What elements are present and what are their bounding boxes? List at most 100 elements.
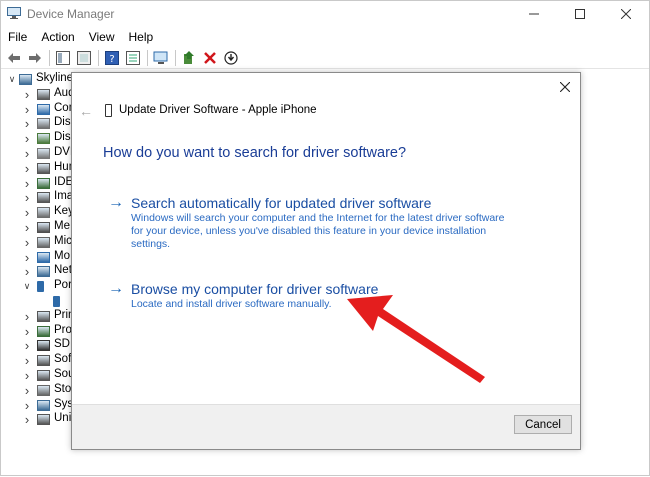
display-adapter-icon [37,133,50,145]
dialog-heading: How do you want to search for driver sof… [103,145,407,161]
close-icon [621,9,631,19]
menu-view[interactable]: View [82,27,122,47]
tree-item-label: Sto [54,382,71,395]
dvd-drive-icon [37,148,50,159]
tree-item-label: Disk [54,116,71,129]
menu-bar: File Action View Help [1,27,649,47]
monitor-icon [37,103,50,115]
window-title: Device Manager [27,7,115,21]
tree-item-label: Uni [54,412,71,425]
chevron-right-icon[interactable]: › [22,87,32,102]
chevron-right-icon[interactable]: › [22,309,32,324]
back-arrow-icon[interactable]: ← [79,103,93,119]
chevron-right-icon[interactable]: › [22,412,32,427]
help-button[interactable]: ? [103,49,121,67]
speaker-icon [37,88,50,100]
sd-host-icon [37,340,50,352]
processor-icon [37,325,50,337]
update-driver-button[interactable] [180,49,198,67]
computer-icon [19,74,32,85]
chevron-right-icon[interactable]: › [22,383,32,398]
dialog-close-button[interactable] [554,77,576,97]
menu-action[interactable]: Action [34,27,81,47]
option-title[interactable]: Browse my computer for driver software [131,280,378,298]
browse-computer-option[interactable]: → Browse my computer for driver software… [108,280,528,314]
minimize-icon [529,13,539,15]
tree-item-label: Pro [54,323,71,336]
chevron-right-icon[interactable]: › [22,102,32,117]
network-adapter-icon [37,266,50,278]
tree-item-label: Sys [54,397,71,410]
chevron-right-icon[interactable]: › [22,368,32,383]
phone-icon [105,104,112,117]
back-arrow-icon [8,52,20,63]
chevron-right-icon[interactable]: › [22,161,32,176]
chevron-right-icon[interactable]: › [22,131,32,146]
properties-pane-icon [56,50,70,65]
software-device-icon [37,355,50,367]
chevron-right-icon[interactable]: › [22,398,32,413]
tree-item[interactable]: › Uni [1,411,71,428]
scan-hardware-button[interactable] [152,49,170,67]
back-button[interactable] [5,49,23,67]
list-view-button[interactable] [75,49,93,67]
device-tree: ∨ Skyline › Aud › Com › Disk › Disp › DVD › Hum › IDE › I… [1,71,71,471]
forward-arrow-icon [29,52,41,63]
tree-item-label: Key [54,205,71,218]
tree-item-label: Prin [54,308,71,321]
chevron-right-icon[interactable]: › [22,116,32,131]
tree-item-label: Skyline [36,72,71,84]
minimize-button[interactable] [511,1,557,27]
chevron-right-icon[interactable]: › [22,190,32,205]
dialog-title: Update Driver Software - Apple iPhone [119,104,317,116]
svg-text:?: ? [109,54,114,65]
tree-item-label: Mo [54,249,70,262]
maximize-button[interactable] [557,1,603,27]
chevron-right-icon[interactable]: › [22,205,32,220]
details-button[interactable] [124,49,142,67]
tree-item-label: Me [54,220,70,232]
cancel-button[interactable]: Cancel [514,415,572,434]
uninstall-button[interactable] [201,49,219,67]
chevron-right-icon[interactable]: › [22,353,32,368]
camera-icon [37,192,50,204]
chevron-down-icon[interactable]: ∨ [7,74,17,85]
tree-item-label: SD [54,338,70,351]
tree-item-label: Mic [54,234,71,247]
uninstall-x-icon [204,51,216,64]
sound-icon [37,370,50,381]
option-title[interactable]: Search automatically for updated driver … [131,194,431,212]
chevron-down-icon[interactable]: ∨ [22,281,32,292]
tree-item-label: Ima [54,190,71,203]
device-manager-window: Device Manager File Action View Help ? ∨… [0,0,650,476]
toolbar-separator [49,49,50,66]
chevron-right-icon[interactable]: › [22,176,32,191]
tree-item-label: Sof [54,353,71,366]
toolbar-separator [98,49,99,66]
chevron-right-icon[interactable]: › [22,338,32,353]
chevron-right-icon[interactable]: › [22,264,32,279]
monitor-icon [37,251,50,263]
memory-icon [37,222,50,233]
menu-help[interactable]: Help [122,27,161,47]
chevron-right-icon[interactable]: › [22,146,32,161]
close-window-button[interactable] [603,1,649,27]
chevron-right-icon[interactable]: › [22,220,32,235]
system-device-icon [37,399,50,411]
tree-item-label: Sou [54,368,71,380]
tree-item-label: Disp [54,131,71,144]
properties-pane-button[interactable] [54,49,72,67]
chevron-right-icon[interactable]: › [22,235,32,250]
download-button[interactable] [222,49,240,67]
update-driver-icon [184,50,194,64]
right-arrow-icon: → [108,194,124,211]
tree-item-label: Net [54,264,71,277]
tree-item-label: Aud [54,86,71,99]
chevron-right-icon[interactable]: › [22,250,32,265]
details-icon [126,50,140,65]
menu-file[interactable]: File [1,27,34,47]
chevron-right-icon[interactable]: › [22,324,32,339]
search-automatically-option[interactable]: → Search automatically for updated drive… [108,194,528,254]
forward-button[interactable] [26,49,44,67]
portable-device-icon [37,281,44,293]
